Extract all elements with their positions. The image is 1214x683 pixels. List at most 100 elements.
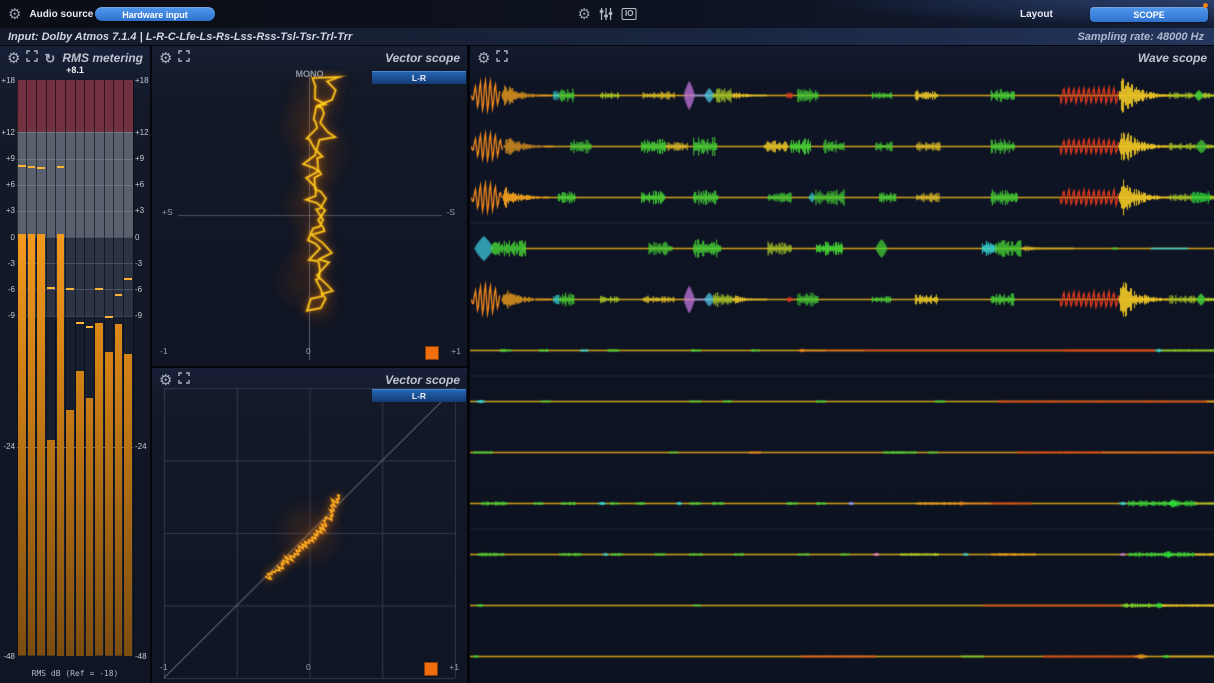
db-scale-label: -48 (135, 652, 147, 661)
rms-bar-Rss (86, 398, 94, 656)
audio-analyzer-app: ⚙ Audio source Hardware input ⚙ IO Layou… (0, 0, 1214, 683)
scope-button[interactable]: SCOPE (1090, 7, 1208, 22)
vector-scope-panel-top: ⚙ Vector scope MONO +S -S L-R -1 0 +1 (152, 46, 467, 366)
rms-bar-Trr (124, 354, 132, 656)
vsb-axis-max-label: +1 (449, 662, 459, 672)
rms-peak-C (37, 167, 45, 169)
settings-gear-icon[interactable]: ⚙ (8, 7, 21, 22)
db-scale-label: -3 (1, 259, 15, 268)
minus-s-label: -S (447, 207, 456, 217)
rms-bar-Rs (66, 410, 74, 656)
rms-peak-L (18, 165, 26, 167)
status-dot (1203, 3, 1208, 8)
vsb-trace-color-swatch[interactable] (424, 662, 438, 676)
db-scale-label: +12 (135, 128, 149, 137)
wave-settings-gear-icon[interactable]: ⚙ (477, 51, 490, 66)
rms-bar-Ls (57, 234, 65, 656)
vst-trace-color-swatch[interactable] (425, 346, 439, 360)
wave-panel-title: Wave scope (1138, 51, 1207, 65)
vst-axis-max-label: +1 (451, 346, 461, 356)
center-settings-gear-icon[interactable]: ⚙ (578, 7, 591, 22)
rms-peak-Rss (86, 326, 94, 328)
meter-gridline (17, 132, 133, 133)
db-scale-label: -6 (135, 285, 142, 294)
vector-bottom-mode-button[interactable]: L-R (372, 389, 466, 402)
db-scale-label: -24 (1, 442, 15, 451)
rms-peak-Trr (124, 278, 132, 280)
rms-peak-Tsl (95, 288, 103, 290)
input-format-text: Input: Dolby Atmos 7.1.4 | L-R-C-Lfe-Ls-… (8, 31, 352, 43)
db-scale-label: -3 (135, 259, 142, 268)
meter-column-separator (133, 80, 134, 656)
meter-gridline (17, 185, 133, 186)
rms-bar-L (18, 234, 26, 656)
wave-scope-display (470, 70, 1214, 682)
rms-reset-icon[interactable]: ↻ (44, 52, 55, 65)
vsb-axis-min-label: -1 (160, 662, 168, 672)
db-scale-label: +18 (1, 76, 15, 85)
rms-peak-Rs (66, 288, 74, 290)
vector-top-settings-gear-icon[interactable]: ⚙ (159, 51, 172, 66)
rms-peak-Tsr (105, 316, 113, 318)
rms-settings-gear-icon[interactable]: ⚙ (7, 51, 20, 66)
db-scale-label: -9 (135, 311, 142, 320)
plus-s-label: +S (162, 207, 173, 217)
layout-label[interactable]: Layout (1020, 9, 1053, 20)
db-scale-label: -6 (1, 285, 15, 294)
wave-scope-panel: ⚙ Wave scope (470, 46, 1214, 683)
rms-max-readout: +8.1 (17, 65, 133, 75)
mixer-sliders-icon[interactable] (600, 8, 613, 20)
rms-peak-Trl (115, 294, 123, 296)
db-scale-label: -48 (1, 652, 15, 661)
rms-bar-Tsr (105, 352, 113, 656)
db-scale-label: -9 (1, 311, 15, 320)
vector-scope-panel-bottom: ⚙ Vector scope L-R -1 0 +1 (152, 368, 467, 683)
vector-scope-display-top (152, 70, 467, 366)
vector-top-fullscreen-icon[interactable] (178, 50, 190, 66)
db-scale-label: +3 (1, 206, 15, 215)
wave-panel-header: ⚙ Wave scope (470, 46, 1214, 70)
rms-panel-title: RMS metering (62, 51, 143, 65)
rms-meter-plot (17, 80, 133, 656)
db-scale-label: +6 (135, 180, 144, 189)
vst-axis-min-label: -1 (160, 346, 168, 356)
rms-bar-Lfe (47, 440, 55, 656)
rms-bar-Lss (76, 371, 84, 656)
rms-bar-C (37, 234, 45, 656)
db-scale-label: -24 (135, 442, 147, 451)
meter-gridline (17, 159, 133, 160)
db-scale-label: 0 (135, 233, 139, 242)
rms-peak-Ls (57, 166, 65, 168)
rms-peak-Lss (76, 322, 84, 324)
vector-top-mode-button[interactable]: L-R (372, 71, 466, 84)
db-scale-label: +9 (1, 154, 15, 163)
rms-bar-Trl (115, 324, 123, 656)
db-scale-label: 0 (1, 233, 15, 242)
top-center-toolbar: ⚙ IO (578, 0, 637, 28)
io-routing-icon[interactable]: IO (622, 8, 636, 20)
db-scale-label: +6 (1, 180, 15, 189)
rms-bar-R (28, 234, 36, 656)
vector-top-header: ⚙ Vector scope (152, 46, 467, 70)
audio-source-label: Audio source (29, 9, 93, 20)
rms-bar-Tsl (95, 323, 103, 656)
top-bar: ⚙ Audio source Hardware input ⚙ IO Layou… (0, 0, 1214, 28)
rms-peak-R (28, 166, 36, 168)
hardware-input-button[interactable]: Hardware input (95, 7, 215, 21)
wave-fullscreen-icon[interactable] (496, 50, 508, 66)
db-scale-label: +9 (135, 154, 144, 163)
rms-metering-panel: ⚙ ↻ RMS metering +8.1 RMS dB (Ref = -18)… (0, 46, 150, 683)
db-scale-label: +12 (1, 128, 15, 137)
rms-fullscreen-icon[interactable] (26, 50, 38, 66)
vector-top-title: Vector scope (385, 51, 460, 65)
sampling-rate-text: Sampling rate: 48000 Hz (1077, 31, 1204, 43)
info-bar: Input: Dolby Atmos 7.1.4 | L-R-C-Lfe-Ls-… (0, 28, 1214, 45)
vector-scope-display-bottom (152, 368, 467, 683)
rms-peak-Lfe (47, 287, 55, 289)
vst-axis-zero-label: 0 (306, 346, 311, 356)
db-scale-label: +18 (135, 76, 149, 85)
vsb-axis-zero-label: 0 (306, 662, 311, 672)
meter-gridline (17, 211, 133, 212)
db-scale-label: +3 (135, 206, 144, 215)
rms-footer-label: RMS dB (Ref = -18) (0, 669, 150, 678)
